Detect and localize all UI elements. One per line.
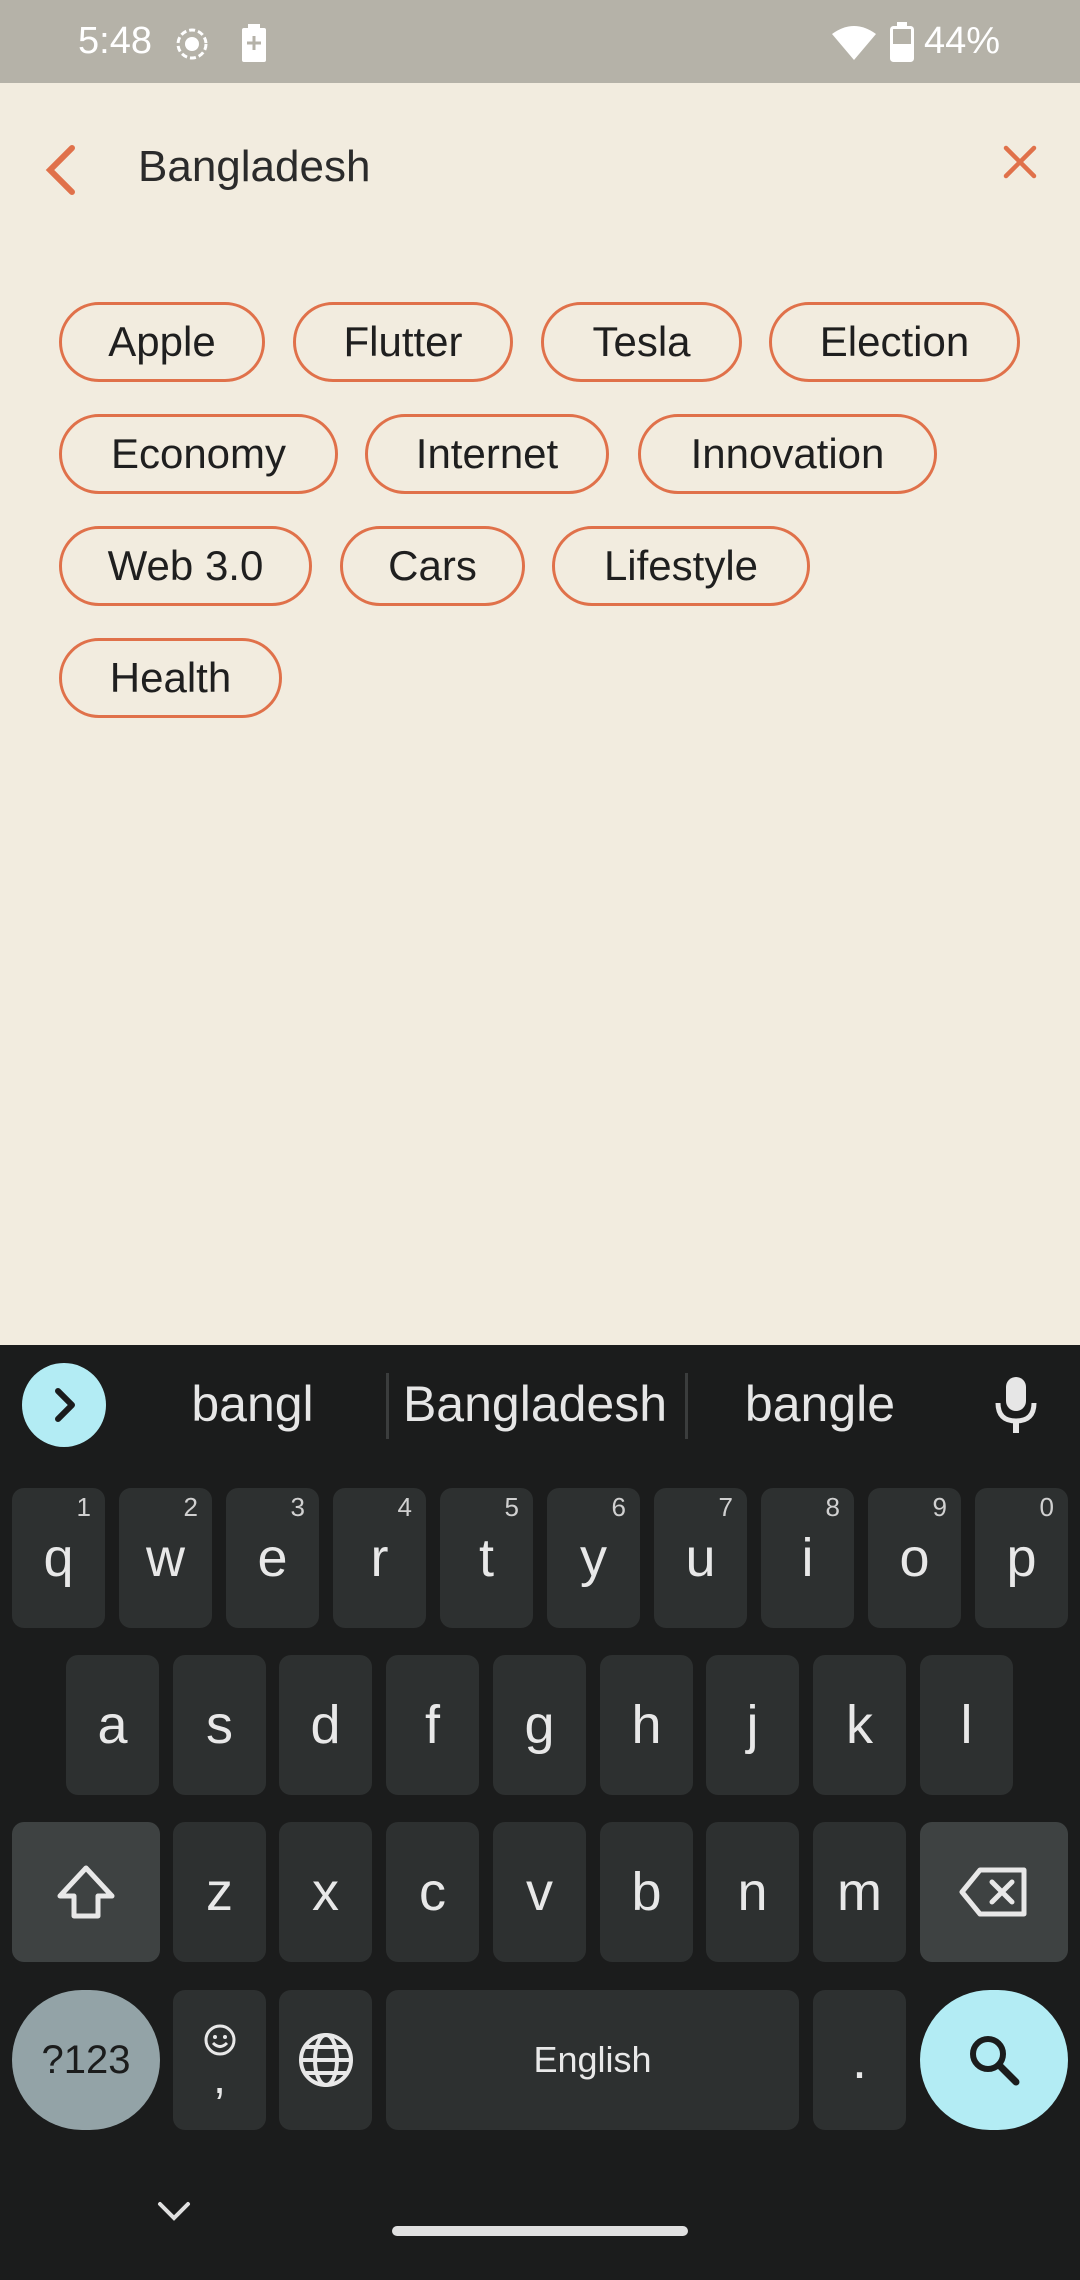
key-label: y [580,1528,607,1588]
key-d[interactable]: d [279,1655,372,1795]
chip-innovation[interactable]: Innovation [638,414,937,494]
key-label: u [685,1528,716,1588]
key-i[interactable]: i8 [761,1488,854,1628]
symbols-key[interactable]: ?123 [12,1990,160,2130]
key-hint: 8 [825,1492,840,1522]
key-f[interactable]: f [386,1655,479,1795]
chip-election[interactable]: Election [769,302,1020,382]
search-input[interactable]: Bangladesh [138,142,370,192]
globe-icon [298,2033,353,2087]
key-hint: 0 [1039,1492,1054,1522]
key-o[interactable]: o9 [868,1488,961,1628]
suggestion-3[interactable]: bangle [700,1375,940,1433]
key-v[interactable]: v [493,1822,586,1962]
wifi-icon [832,26,876,65]
chip-tesla[interactable]: Tesla [541,302,742,382]
key-label: q [43,1528,74,1588]
chip-economy[interactable]: Economy [59,414,338,494]
key-hint: 4 [397,1492,412,1522]
key-label: r [370,1528,389,1588]
period-key[interactable]: . [813,1990,906,2130]
key-c[interactable]: c [386,1822,479,1962]
battery-saver-icon [242,24,266,67]
key-label: w [146,1528,185,1588]
key-q[interactable]: q1 [12,1488,105,1628]
key-label: o [899,1528,930,1588]
status-bar: 5:48 44% [0,0,1080,83]
space-key[interactable]: English [386,1990,799,2130]
shift-key[interactable] [12,1822,160,1962]
expand-toolbar-button[interactable] [22,1363,106,1447]
comma-key[interactable]: , [173,1990,266,2130]
search-key[interactable] [920,1990,1068,2130]
shift-icon [57,1865,115,1919]
back-button[interactable] [38,140,88,200]
key-label: e [257,1528,288,1588]
chevron-down-icon [158,2202,190,2221]
battery-icon [890,22,914,67]
mic-button[interactable] [992,1375,1040,1440]
key-label: t [478,1528,494,1588]
key-x[interactable]: x [279,1822,372,1962]
suggestion-divider [386,1373,389,1439]
backspace-icon [959,1867,1027,1917]
chip-lifestyle[interactable]: Lifestyle [552,526,810,606]
key-l[interactable]: l [920,1655,1013,1795]
hide-keyboard-button[interactable] [156,2200,192,2229]
chip-apple[interactable]: Apple [59,302,265,382]
key-n[interactable]: n [706,1822,799,1962]
back-arrow-icon [45,145,75,195]
key-hint: 5 [504,1492,519,1522]
suggestion-2[interactable]: Bangladesh [395,1375,675,1433]
suggestion-bar: bangl Bangladesh bangle [0,1345,1080,1463]
key-b[interactable]: b [600,1822,693,1962]
key-hint: 9 [932,1492,947,1522]
key-label: i [801,1528,814,1588]
battery-percent: 44% [924,20,1001,62]
key-a[interactable]: a [66,1655,159,1795]
clear-button[interactable] [998,140,1042,184]
space-label: English [533,2039,652,2080]
search-icon [970,2036,1020,2086]
key-label: p [1006,1528,1037,1588]
close-icon [1003,145,1037,179]
comma-label: , [213,2051,226,2103]
key-p[interactable]: p0 [975,1488,1068,1628]
key-hint: 1 [76,1492,91,1522]
mic-icon [995,1377,1037,1433]
chevron-right-icon [55,1388,75,1422]
key-hint: 6 [611,1492,626,1522]
suggestion-divider [685,1373,688,1439]
key-k[interactable]: k [813,1655,906,1795]
keyboard: bangl Bangladesh bangle [0,1345,1080,2280]
chip-health[interactable]: Health [59,638,282,718]
key-e[interactable]: e3 [226,1488,319,1628]
status-time: 5:48 [78,20,152,62]
key-hint: 3 [290,1492,305,1522]
key-hint: 2 [183,1492,198,1522]
key-s[interactable]: s [173,1655,266,1795]
key-y[interactable]: y6 [547,1488,640,1628]
chip-flutter[interactable]: Flutter [293,302,513,382]
key-h[interactable]: h [600,1655,693,1795]
chip-internet[interactable]: Internet [365,414,609,494]
key-u[interactable]: u7 [654,1488,747,1628]
chip-web3[interactable]: Web 3.0 [59,526,312,606]
suggestion-1[interactable]: bangl [140,1375,365,1433]
key-g[interactable]: g [493,1655,586,1795]
gesture-handle[interactable] [392,2226,688,2236]
language-key[interactable] [279,1990,372,2130]
key-w[interactable]: w2 [119,1488,212,1628]
backspace-key[interactable] [920,1822,1068,1962]
key-r[interactable]: r4 [333,1488,426,1628]
chip-cars[interactable]: Cars [340,526,525,606]
key-z[interactable]: z [173,1822,266,1962]
key-m[interactable]: m [813,1822,906,1962]
screen-record-icon [174,26,210,67]
key-j[interactable]: j [706,1655,799,1795]
key-t[interactable]: t5 [440,1488,533,1628]
key-hint: 7 [718,1492,733,1522]
